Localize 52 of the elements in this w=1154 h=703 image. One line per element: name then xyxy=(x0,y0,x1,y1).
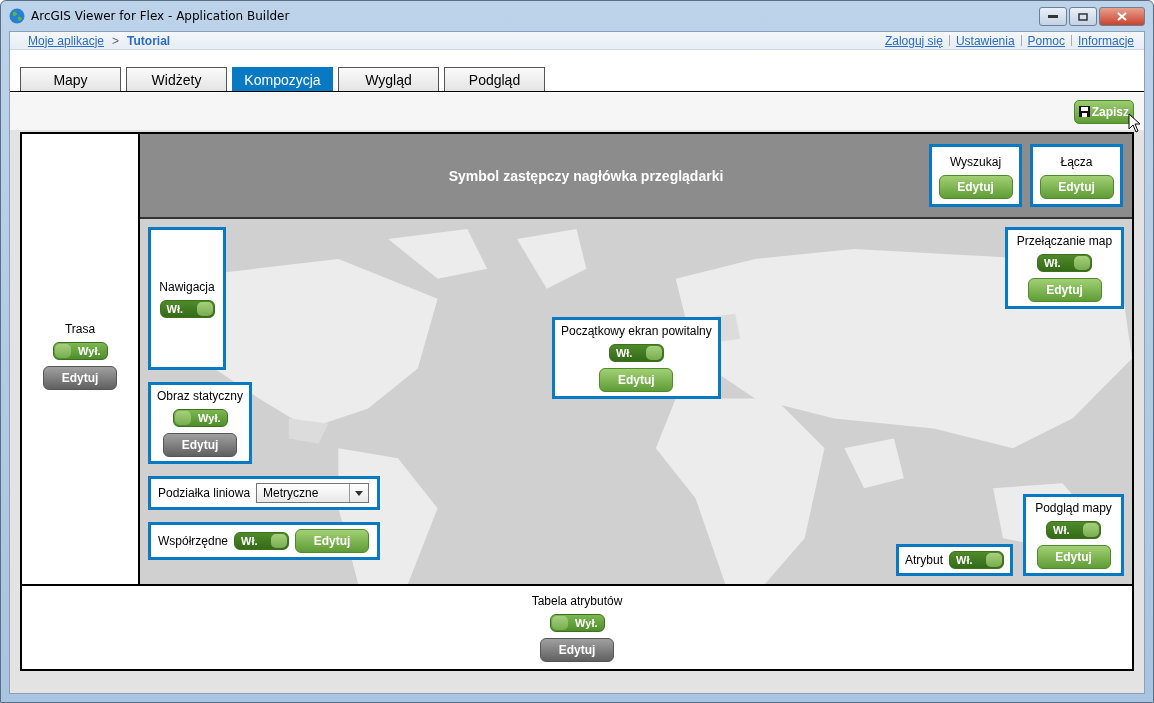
edit-button[interactable]: Edytuj xyxy=(1039,174,1114,199)
tab[interactable]: Wygląd xyxy=(338,67,439,91)
header-link[interactable]: Ustawienia xyxy=(955,33,1015,48)
widget-label: Łącza xyxy=(1060,154,1093,169)
breadcrumb-link[interactable]: Moje aplikacje xyxy=(28,33,105,48)
widget-label: Trasa xyxy=(64,322,96,336)
breadcrumb-separator: > xyxy=(112,33,120,48)
edit-button[interactable]: Edytuj xyxy=(938,174,1013,199)
toggle-switch[interactable]: Wł. xyxy=(1037,254,1092,272)
toggle-switch[interactable]: Wł. xyxy=(608,344,664,362)
minimize-icon xyxy=(1048,14,1058,19)
floppy-icon xyxy=(1078,106,1090,117)
units-dropdown[interactable]: Metryczne xyxy=(256,483,370,503)
toggle-switch[interactable]: Wył. xyxy=(52,342,108,360)
toggle-switch[interactable]: Wył. xyxy=(172,409,228,427)
widget-label: Początkowy ekran powitalny xyxy=(561,324,712,338)
maximize-button[interactable] xyxy=(1069,7,1097,26)
window-title: ArcGIS Viewer for Flex - Application Builder xyxy=(31,9,290,23)
header-title: Symbol zastępczy nagłówka przeglądarki xyxy=(448,167,724,184)
widget-label: Obraz statyczny xyxy=(157,389,244,403)
widget-label: Atrybut xyxy=(905,553,943,567)
close-button[interactable] xyxy=(1099,7,1145,26)
edit-button[interactable]: Edytuj xyxy=(1027,278,1102,302)
toggle-switch[interactable]: Wł. xyxy=(949,551,1004,569)
close-icon xyxy=(1117,12,1127,21)
edit-button[interactable]: Edytuj xyxy=(295,529,370,553)
toggle-switch[interactable]: Wył. xyxy=(549,613,605,632)
widget-label: Wyszukaj xyxy=(949,154,1002,169)
toggle-switch[interactable]: Wł. xyxy=(159,299,215,318)
header-link[interactable]: Pomoc xyxy=(1027,33,1065,48)
tab[interactable]: Kompozycja xyxy=(232,67,333,91)
maximize-icon xyxy=(1078,12,1088,21)
tab[interactable]: Widżety xyxy=(126,67,227,91)
tab[interactable]: Podgląd xyxy=(444,67,545,91)
widget-label: Współrzędne xyxy=(158,534,229,548)
widget-label: Nawigacja xyxy=(159,279,215,294)
widget-label: Przełączanie map xyxy=(1016,234,1113,248)
header-link[interactable]: Zaloguj się xyxy=(884,33,943,48)
caret-icon xyxy=(355,490,364,496)
minimize-button[interactable] xyxy=(1039,7,1067,26)
edit-button[interactable]: Edytuj xyxy=(1036,545,1111,569)
header-link[interactable]: Informacje xyxy=(1077,33,1134,48)
widget-label: Tabela atrybutów xyxy=(531,593,623,608)
edit-button[interactable]: Edytuj xyxy=(599,368,674,392)
toggle-switch[interactable]: Wł. xyxy=(1046,521,1101,539)
widget-label: Podziałka liniowa xyxy=(158,486,251,500)
widget-label: Podgląd mapy xyxy=(1035,501,1112,515)
breadcrumb-current: Tutorial xyxy=(127,33,171,48)
globe-icon xyxy=(9,8,25,24)
tab[interactable]: Mapy xyxy=(20,67,121,91)
toggle-switch[interactable]: Wł. xyxy=(234,532,290,550)
save-button[interactable]: Zapisz xyxy=(1073,99,1134,124)
